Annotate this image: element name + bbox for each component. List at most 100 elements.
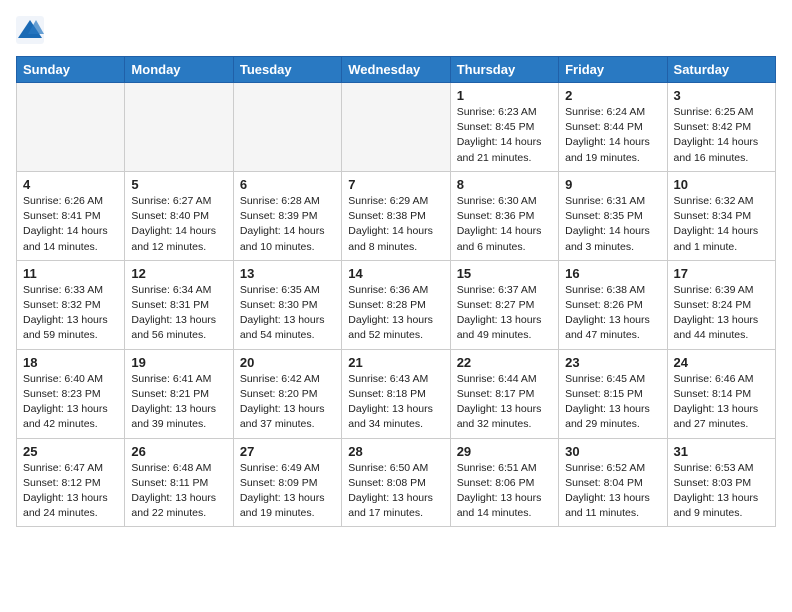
day-info: Sunrise: 6:42 AMSunset: 8:20 PMDaylight:… <box>240 372 335 433</box>
day-number: 3 <box>674 88 769 103</box>
weekday-header-tuesday: Tuesday <box>233 57 341 83</box>
empty-cell <box>233 83 341 172</box>
day-number: 29 <box>457 444 552 459</box>
day-number: 1 <box>457 88 552 103</box>
day-cell-5: 5 Sunrise: 6:27 AMSunset: 8:40 PMDaylight… <box>125 171 233 260</box>
day-number: 9 <box>565 177 660 192</box>
day-info: Sunrise: 6:50 AMSunset: 8:08 PMDaylight:… <box>348 461 443 522</box>
week-row-4: 18Sunrise: 6:40 AMSunset: 8:23 PMDayligh… <box>17 349 776 438</box>
week-row-1: 1 Sunrise: 6:23 AMSunset: 8:45 PMDaylight… <box>17 83 776 172</box>
day-cell-6: 6 Sunrise: 6:28 AMSunset: 8:39 PMDaylight… <box>233 171 341 260</box>
weekday-header-wednesday: Wednesday <box>342 57 450 83</box>
day-info: Sunrise: 6:30 AMSunset: 8:36 PMDaylight:… <box>457 194 552 255</box>
day-cell-1: 1 Sunrise: 6:23 AMSunset: 8:45 PMDaylight… <box>450 83 558 172</box>
day-number: 16 <box>565 266 660 281</box>
day-cell-4: 4Sunrise: 6:26 AMSunset: 8:41 PMDaylight… <box>17 171 125 260</box>
day-info: Sunrise: 6:45 AMSunset: 8:15 PMDaylight:… <box>565 372 660 433</box>
day-cell-2: 2Sunrise: 6:24 AMSunset: 8:44 PMDaylight… <box>559 83 667 172</box>
day-number: 11 <box>23 266 118 281</box>
calendar-table: SundayMondayTuesdayWednesdayThursdayFrid… <box>16 56 776 527</box>
empty-cell <box>17 83 125 172</box>
day-number: 13 <box>240 266 335 281</box>
day-cell-3: 3 Sunrise: 6:25 AMSunset: 8:42 PMDaylight… <box>667 83 775 172</box>
week-row-5: 25 Sunrise: 6:47 AMSunset: 8:12 PMDayligh… <box>17 438 776 527</box>
day-number: 20 <box>240 355 335 370</box>
day-number: 24 <box>674 355 769 370</box>
day-number: 25 <box>23 444 118 459</box>
day-number: 15 <box>457 266 552 281</box>
day-number: 7 <box>348 177 443 192</box>
day-cell-31: 31 Sunrise: 6:53 AMSunset: 8:03 PMDayligh… <box>667 438 775 527</box>
day-info: Sunrise: 6:32 AMSunset: 8:34 PMDaylight:… <box>674 194 769 255</box>
day-info: Sunrise: 6:33 AMSunset: 8:32 PMDaylight:… <box>23 283 118 344</box>
day-number: 19 <box>131 355 226 370</box>
day-number: 4 <box>23 177 118 192</box>
day-cell-22: 22Sunrise: 6:44 AMSunset: 8:17 PMDayligh… <box>450 349 558 438</box>
day-number: 14 <box>348 266 443 281</box>
weekday-header-monday: Monday <box>125 57 233 83</box>
day-info: Sunrise: 6:35 AMSunset: 8:30 PMDaylight:… <box>240 283 335 344</box>
day-cell-7: 7 Sunrise: 6:29 AMSunset: 8:38 PMDaylight… <box>342 171 450 260</box>
day-cell-24: 24 Sunrise: 6:46 AMSunset: 8:14 PMDayligh… <box>667 349 775 438</box>
day-info: Sunrise: 6:34 AMSunset: 8:31 PMDaylight:… <box>131 283 226 344</box>
day-info: Sunrise: 6:38 AMSunset: 8:26 PMDaylight:… <box>565 283 660 344</box>
day-info: Sunrise: 6:23 AMSunset: 8:45 PMDaylight:… <box>457 105 552 166</box>
day-cell-16: 16 Sunrise: 6:38 AMSunset: 8:26 PMDayligh… <box>559 260 667 349</box>
day-number: 22 <box>457 355 552 370</box>
day-number: 21 <box>348 355 443 370</box>
day-info: Sunrise: 6:27 AMSunset: 8:40 PMDaylight:… <box>131 194 226 255</box>
day-info: Sunrise: 6:47 AMSunset: 8:12 PMDaylight:… <box>23 461 118 522</box>
day-number: 28 <box>348 444 443 459</box>
day-info: Sunrise: 6:37 AMSunset: 8:27 PMDaylight:… <box>457 283 552 344</box>
day-cell-15: 15 Sunrise: 6:37 AMSunset: 8:27 PMDayligh… <box>450 260 558 349</box>
day-number: 30 <box>565 444 660 459</box>
day-cell-30: 30 Sunrise: 6:52 AMSunset: 8:04 PMDayligh… <box>559 438 667 527</box>
day-info: Sunrise: 6:43 AMSunset: 8:18 PMDaylight:… <box>348 372 443 433</box>
day-cell-27: 27 Sunrise: 6:49 AMSunset: 8:09 PMDayligh… <box>233 438 341 527</box>
week-row-3: 11 Sunrise: 6:33 AMSunset: 8:32 PMDayligh… <box>17 260 776 349</box>
day-number: 31 <box>674 444 769 459</box>
day-cell-23: 23 Sunrise: 6:45 AMSunset: 8:15 PMDayligh… <box>559 349 667 438</box>
empty-cell <box>342 83 450 172</box>
day-cell-19: 19 Sunrise: 6:41 AMSunset: 8:21 PMDayligh… <box>125 349 233 438</box>
day-cell-20: 20 Sunrise: 6:42 AMSunset: 8:20 PMDayligh… <box>233 349 341 438</box>
day-number: 6 <box>240 177 335 192</box>
page-header <box>16 16 776 44</box>
day-cell-18: 18Sunrise: 6:40 AMSunset: 8:23 PMDayligh… <box>17 349 125 438</box>
day-cell-25: 25 Sunrise: 6:47 AMSunset: 8:12 PMDayligh… <box>17 438 125 527</box>
day-cell-29: 29 Sunrise: 6:51 AMSunset: 8:06 PMDayligh… <box>450 438 558 527</box>
weekday-header-friday: Friday <box>559 57 667 83</box>
day-number: 10 <box>674 177 769 192</box>
day-number: 18 <box>23 355 118 370</box>
day-info: Sunrise: 6:48 AMSunset: 8:11 PMDaylight:… <box>131 461 226 522</box>
day-cell-9: 9 Sunrise: 6:31 AMSunset: 8:35 PMDaylight… <box>559 171 667 260</box>
day-info: Sunrise: 6:53 AMSunset: 8:03 PMDaylight:… <box>674 461 769 522</box>
day-info: Sunrise: 6:31 AMSunset: 8:35 PMDaylight:… <box>565 194 660 255</box>
week-row-2: 4Sunrise: 6:26 AMSunset: 8:41 PMDaylight… <box>17 171 776 260</box>
day-number: 27 <box>240 444 335 459</box>
day-info: Sunrise: 6:29 AMSunset: 8:38 PMDaylight:… <box>348 194 443 255</box>
day-number: 5 <box>131 177 226 192</box>
weekday-header-row: SundayMondayTuesdayWednesdayThursdayFrid… <box>17 57 776 83</box>
day-cell-8: 8Sunrise: 6:30 AMSunset: 8:36 PMDaylight… <box>450 171 558 260</box>
day-info: Sunrise: 6:41 AMSunset: 8:21 PMDaylight:… <box>131 372 226 433</box>
day-info: Sunrise: 6:52 AMSunset: 8:04 PMDaylight:… <box>565 461 660 522</box>
day-info: Sunrise: 6:39 AMSunset: 8:24 PMDaylight:… <box>674 283 769 344</box>
day-cell-14: 14 Sunrise: 6:36 AMSunset: 8:28 PMDayligh… <box>342 260 450 349</box>
day-number: 26 <box>131 444 226 459</box>
day-info: Sunrise: 6:24 AMSunset: 8:44 PMDaylight:… <box>565 105 660 166</box>
empty-cell <box>125 83 233 172</box>
day-number: 17 <box>674 266 769 281</box>
day-info: Sunrise: 6:49 AMSunset: 8:09 PMDaylight:… <box>240 461 335 522</box>
logo-icon <box>16 16 44 44</box>
day-info: Sunrise: 6:25 AMSunset: 8:42 PMDaylight:… <box>674 105 769 166</box>
day-number: 23 <box>565 355 660 370</box>
logo <box>16 16 48 44</box>
day-cell-10: 10 Sunrise: 6:32 AMSunset: 8:34 PMDayligh… <box>667 171 775 260</box>
day-info: Sunrise: 6:51 AMSunset: 8:06 PMDaylight:… <box>457 461 552 522</box>
day-cell-12: 12Sunrise: 6:34 AMSunset: 8:31 PMDayligh… <box>125 260 233 349</box>
day-info: Sunrise: 6:28 AMSunset: 8:39 PMDaylight:… <box>240 194 335 255</box>
day-info: Sunrise: 6:46 AMSunset: 8:14 PMDaylight:… <box>674 372 769 433</box>
day-info: Sunrise: 6:36 AMSunset: 8:28 PMDaylight:… <box>348 283 443 344</box>
day-cell-26: 26 Sunrise: 6:48 AMSunset: 8:11 PMDayligh… <box>125 438 233 527</box>
